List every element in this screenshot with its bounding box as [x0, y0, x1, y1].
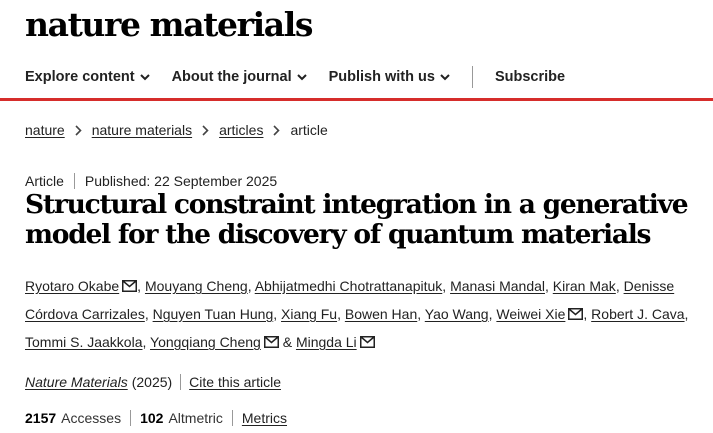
breadcrumb-nature-materials[interactable]: nature materials: [92, 122, 192, 138]
cite-divider: [180, 374, 182, 390]
article-type: Article: [25, 173, 64, 189]
mail-icon[interactable]: [263, 330, 279, 357]
author-link[interactable]: Bowen Han: [345, 306, 417, 322]
author-link[interactable]: Kiran Mak: [553, 278, 616, 294]
author-link[interactable]: Xiang Fu: [281, 306, 337, 322]
mail-icon[interactable]: [359, 330, 375, 357]
chevron-right-icon: [75, 124, 82, 136]
published-date: Published: 22 September 2025: [84, 173, 278, 189]
breadcrumb-articles[interactable]: articles: [219, 122, 263, 138]
author-link[interactable]: Weiwei Xie: [496, 306, 565, 322]
citation-line: Nature Materials (2025) Cite this articl…: [25, 374, 281, 390]
nav-publish-with-us-label: Publish with us: [328, 69, 435, 85]
nav-about-journal-label: About the journal: [171, 69, 292, 85]
metrics-divider: [130, 410, 132, 426]
article-metrics: 2157 Accesses 102 Altmetric Metrics: [25, 410, 287, 426]
nav-explore-content[interactable]: Explore content: [25, 69, 150, 85]
site-logo[interactable]: nature materials: [25, 5, 313, 44]
chevron-right-icon: [273, 124, 281, 136]
nav-explore-content-label: Explore content: [25, 69, 135, 85]
publication-year: (2025): [131, 374, 173, 390]
main-nav: Explore content About the journal Publis…: [25, 66, 587, 88]
chevron-down-icon: [296, 73, 307, 80]
author-link[interactable]: Mouyang Cheng: [145, 278, 248, 294]
author-list: Ryotaro Okabe, Mouyang Cheng, Abhijatmed…: [25, 273, 711, 357]
author-link[interactable]: Mingda Li: [296, 334, 357, 350]
mail-icon[interactable]: [568, 302, 584, 329]
nav-subscribe-label: Subscribe: [494, 69, 566, 85]
meta-divider: [73, 173, 75, 189]
accent-bar: [0, 98, 713, 101]
nav-divider: [471, 66, 473, 88]
author-link[interactable]: Nguyen Tuan Hung: [153, 306, 274, 322]
breadcrumb: nature nature materials articles article: [25, 122, 328, 138]
accesses-label: Accesses: [61, 410, 122, 426]
altmetric-score: 102: [140, 410, 164, 426]
accesses-count: 2157: [25, 410, 57, 426]
author-link[interactable]: Yao Wang: [425, 306, 489, 322]
chevron-down-icon: [440, 73, 450, 80]
metrics-divider: [231, 410, 233, 426]
article-meta: Article Published: 22 September 2025: [25, 173, 277, 189]
journal-link[interactable]: Nature Materials: [25, 374, 128, 390]
chevron-down-icon: [139, 73, 150, 80]
mail-icon[interactable]: [122, 274, 138, 301]
cite-this-article-link[interactable]: Cite this article: [189, 374, 281, 390]
nav-subscribe[interactable]: Subscribe: [495, 69, 565, 85]
author-link[interactable]: Abhijatmedhi Chotrattanapituk: [255, 278, 443, 294]
nav-about-journal[interactable]: About the journal: [172, 69, 307, 85]
author-link[interactable]: Yongqiang Cheng: [150, 334, 261, 350]
article-title: Structural constraint integration in a g…: [25, 189, 689, 250]
breadcrumb-nature[interactable]: nature: [25, 122, 65, 138]
author-link[interactable]: Manasi Mandal: [450, 278, 545, 294]
chevron-right-icon: [202, 124, 209, 136]
nav-publish-with-us[interactable]: Publish with us: [329, 69, 450, 85]
author-link[interactable]: Tommi S. Jaakkola: [25, 334, 142, 350]
metrics-link[interactable]: Metrics: [242, 410, 287, 426]
journal-name: Nature Materials: [25, 374, 128, 390]
author-link[interactable]: Robert J. Cava: [591, 306, 684, 322]
altmetric-label: Altmetric: [168, 410, 223, 426]
breadcrumb-current: article: [290, 122, 328, 138]
author-link[interactable]: Ryotaro Okabe: [25, 278, 119, 294]
